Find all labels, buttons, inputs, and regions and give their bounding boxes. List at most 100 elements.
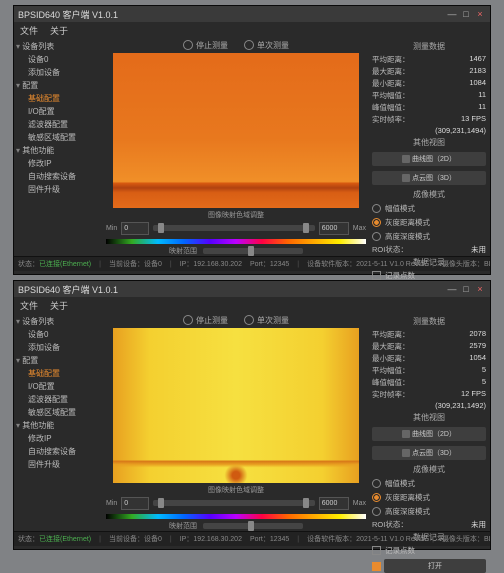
color-spectrum <box>106 239 366 244</box>
tree-filter-config[interactable]: 滤波器配置 <box>16 118 102 131</box>
brightness-slider[interactable] <box>203 248 303 254</box>
minimize-button[interactable]: — <box>446 8 458 20</box>
tree-add-device[interactable]: 添加设备 <box>16 66 102 79</box>
tree-firmware[interactable]: 固件升级 <box>16 458 102 471</box>
menu-about[interactable]: 关于 <box>50 24 68 37</box>
right-panel: 测量数据 平均距离：1467 最大距离：2183 最小距离：1084 平均幅值：… <box>368 38 490 256</box>
app-window-2: BPSID640 客户端 V1.0.1 — □ × 文件 关于 设备列表 设备0… <box>13 280 491 550</box>
brightness-slider[interactable] <box>203 523 303 529</box>
tree-io-config[interactable]: I/O配置 <box>16 105 102 118</box>
extra-title: 其他视图 <box>372 412 486 423</box>
range-slider[interactable] <box>153 225 314 231</box>
mode-depth-radio[interactable]: 高度深度模式 <box>372 505 486 518</box>
tree-firmware[interactable]: 固件升级 <box>16 183 102 196</box>
cloud-3d-button[interactable]: 点云图（3D） <box>372 446 486 460</box>
extra-title: 其他视图 <box>372 137 486 148</box>
maximize-button[interactable]: □ <box>460 8 472 20</box>
range-max-label: Max <box>353 225 366 232</box>
menu-file[interactable]: 文件 <box>20 24 38 37</box>
tree-devices[interactable]: 设备列表 <box>16 315 102 328</box>
range-knob-max[interactable] <box>303 223 309 233</box>
meas-title: 测量数据 <box>372 316 486 327</box>
cursor-coord: (309,231,1492) <box>435 401 486 410</box>
center-panel: 停止测量 单次测量 图像映射色域调整 Min Max 映射范围 <box>104 313 368 531</box>
thermal-image[interactable] <box>113 328 359 483</box>
tree-config[interactable]: 配置 <box>16 354 102 367</box>
tree-roi-config[interactable]: 敏感区域配置 <box>16 406 102 419</box>
thermal-image[interactable] <box>113 53 359 208</box>
menu-file[interactable]: 文件 <box>20 299 38 312</box>
tree-basic-config[interactable]: 基础配置 <box>16 92 102 105</box>
range-knob-min[interactable] <box>158 498 164 508</box>
cube-icon <box>402 449 410 457</box>
minimize-button[interactable]: — <box>446 283 458 295</box>
tree-auto-search[interactable]: 自动搜索设备 <box>16 445 102 458</box>
menu-about[interactable]: 关于 <box>50 299 68 312</box>
mode-depth-radio[interactable]: 高度深度模式 <box>372 230 486 243</box>
curve-2d-button[interactable]: 曲线图（2D） <box>372 427 486 441</box>
device-tree: 设备列表 设备0 添加设备 配置 基础配置 I/O配置 滤波器配置 敏感区域配置… <box>14 38 104 256</box>
close-button[interactable]: × <box>474 283 486 295</box>
tree-auto-search[interactable]: 自动搜索设备 <box>16 170 102 183</box>
tree-roi-config[interactable]: 敏感区域配置 <box>16 131 102 144</box>
modes-title: 成像模式 <box>372 464 486 475</box>
tree-io-config[interactable]: I/O配置 <box>16 380 102 393</box>
range-slider[interactable] <box>153 500 314 506</box>
brightness-knob[interactable] <box>248 521 254 531</box>
app-window-1: BPSID640 客户端 V1.0.1 — □ × 文件 关于 设备列表 设备0… <box>13 5 491 275</box>
open-button[interactable]: 打开 <box>384 559 486 573</box>
range-max-input[interactable] <box>319 222 349 235</box>
slider-title: 图像映射色域调整 <box>208 210 264 220</box>
single-measure-button[interactable]: 单次测量 <box>244 315 289 326</box>
tree-device-0[interactable]: 设备0 <box>16 53 102 66</box>
range-min-label: Min <box>106 500 117 507</box>
tree-devices[interactable]: 设备列表 <box>16 40 102 53</box>
mode-distance-radio[interactable]: 灰度距离模式 <box>372 216 486 229</box>
single-measure-button[interactable]: 单次测量 <box>244 40 289 51</box>
app-title: BPSID640 客户端 V1.0.1 <box>18 8 118 21</box>
tree-modify-ip[interactable]: 修改IP <box>16 157 102 170</box>
record-points-checkbox[interactable]: 记录点数 <box>372 545 486 556</box>
tree-basic-config[interactable]: 基础配置 <box>16 367 102 380</box>
cloud-3d-button[interactable]: 点云图（3D） <box>372 171 486 185</box>
maximize-button[interactable]: □ <box>460 283 472 295</box>
range-knob-min[interactable] <box>158 223 164 233</box>
chart-icon <box>402 430 410 438</box>
curve-2d-button[interactable]: 曲线图（2D） <box>372 152 486 166</box>
tree-filter-config[interactable]: 滤波器配置 <box>16 393 102 406</box>
tree-device-0[interactable]: 设备0 <box>16 328 102 341</box>
range-knob-max[interactable] <box>303 498 309 508</box>
title-bar[interactable]: BPSID640 客户端 V1.0.1 — □ × <box>14 281 490 297</box>
mode-distance-radio[interactable]: 灰度距离模式 <box>372 491 486 504</box>
conn-status: 已连接(Ethernet) <box>39 536 91 543</box>
tree-config[interactable]: 配置 <box>16 79 102 92</box>
range-min-input[interactable] <box>121 497 149 510</box>
title-bar[interactable]: BPSID640 客户端 V1.0.1 — □ × <box>14 6 490 22</box>
brightness-knob[interactable] <box>248 246 254 256</box>
chart-icon <box>402 155 410 163</box>
range-min-input[interactable] <box>121 222 149 235</box>
play-icon <box>244 40 254 50</box>
stop-measure-button[interactable]: 停止测量 <box>183 315 228 326</box>
app-title: BPSID640 客户端 V1.0.1 <box>18 283 118 296</box>
save-toggle[interactable] <box>372 559 381 573</box>
color-spectrum <box>106 514 366 519</box>
center-panel: 停止测量 单次测量 图像映射色域调整 Min Max 映射范围 <box>104 38 368 256</box>
close-button[interactable]: × <box>474 8 486 20</box>
status-bar: 状态：已连接(Ethernet) | 当前设备：设备0 | IP：192.168… <box>14 256 490 271</box>
mode-amplitude-radio[interactable]: 幅值模式 <box>372 202 486 215</box>
mode-amplitude-radio[interactable]: 幅值模式 <box>372 477 486 490</box>
cube-icon <box>402 174 410 182</box>
brightness-label: 映射范围 <box>169 246 197 256</box>
range-max-input[interactable] <box>319 497 349 510</box>
tree-modify-ip[interactable]: 修改IP <box>16 432 102 445</box>
status-bar: 状态：已连接(Ethernet) | 当前设备：设备0 | IP：192.168… <box>14 531 490 546</box>
play-icon <box>244 315 254 325</box>
tree-add-device[interactable]: 添加设备 <box>16 341 102 354</box>
tree-other[interactable]: 其他功能 <box>16 419 102 432</box>
stop-measure-button[interactable]: 停止测量 <box>183 40 228 51</box>
stop-icon <box>183 315 193 325</box>
conn-status: 已连接(Ethernet) <box>39 261 91 268</box>
cursor-coord: (309,231,1494) <box>435 126 486 135</box>
tree-other[interactable]: 其他功能 <box>16 144 102 157</box>
